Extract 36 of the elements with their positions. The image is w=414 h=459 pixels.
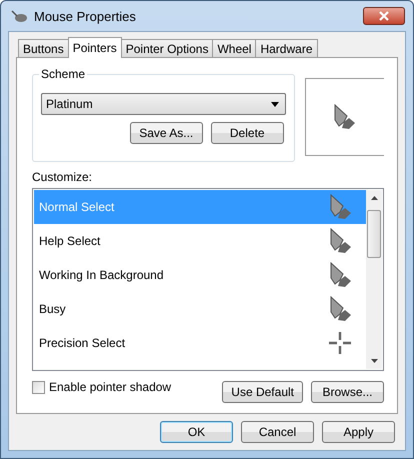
pointer-icon [330, 228, 352, 254]
scroll-down-icon[interactable] [370, 359, 378, 363]
close-button[interactable] [363, 7, 405, 25]
cursor-list-item[interactable]: Working In Background [34, 258, 366, 292]
caret-icon [270, 102, 279, 106]
pointer-icon [330, 262, 352, 288]
customize-label: Customize: [32, 170, 94, 184]
scheme-button[interactable]: Delete [210, 122, 284, 144]
dialog-button[interactable]: Apply [322, 421, 395, 443]
tab[interactable]: Wheel [212, 39, 256, 57]
dialog-button[interactable]: Cancel [241, 421, 314, 443]
tab[interactable]: Pointer Options [120, 39, 214, 57]
scrollbar[interactable] [366, 190, 382, 369]
list-button[interactable]: Use Default [222, 381, 303, 403]
cursor-list-item[interactable]: Busy [34, 292, 366, 326]
window-title: Mouse Properties [34, 8, 137, 24]
tab[interactable]: Buttons [18, 39, 69, 57]
dialog-button[interactable]: OK [160, 421, 233, 443]
list-button[interactable]: Browse... [311, 381, 384, 403]
pointer-icon [330, 296, 352, 322]
cursor-list-item[interactable]: Help Select [34, 224, 366, 258]
group-label: Scheme [39, 67, 88, 81]
checkbox-label: Enable pointer shadow [49, 380, 172, 394]
scrollbar-thumb[interactable] [367, 210, 381, 258]
cursor-list-item[interactable]: Precision Select [34, 326, 366, 360]
tab[interactable]: Pointers [68, 37, 122, 58]
scheme-dropdown[interactable]: Platinum [41, 93, 286, 115]
tab[interactable]: Hardware [255, 39, 318, 57]
mouse-icon [10, 9, 28, 23]
scroll-up-icon[interactable] [370, 196, 378, 200]
scheme-button[interactable]: Save As... [130, 122, 203, 144]
checkbox[interactable] [32, 380, 45, 394]
pointer-icon [330, 194, 352, 220]
close-icon [378, 11, 390, 21]
crosshair-icon [328, 331, 352, 355]
pointer-icon [334, 104, 356, 130]
